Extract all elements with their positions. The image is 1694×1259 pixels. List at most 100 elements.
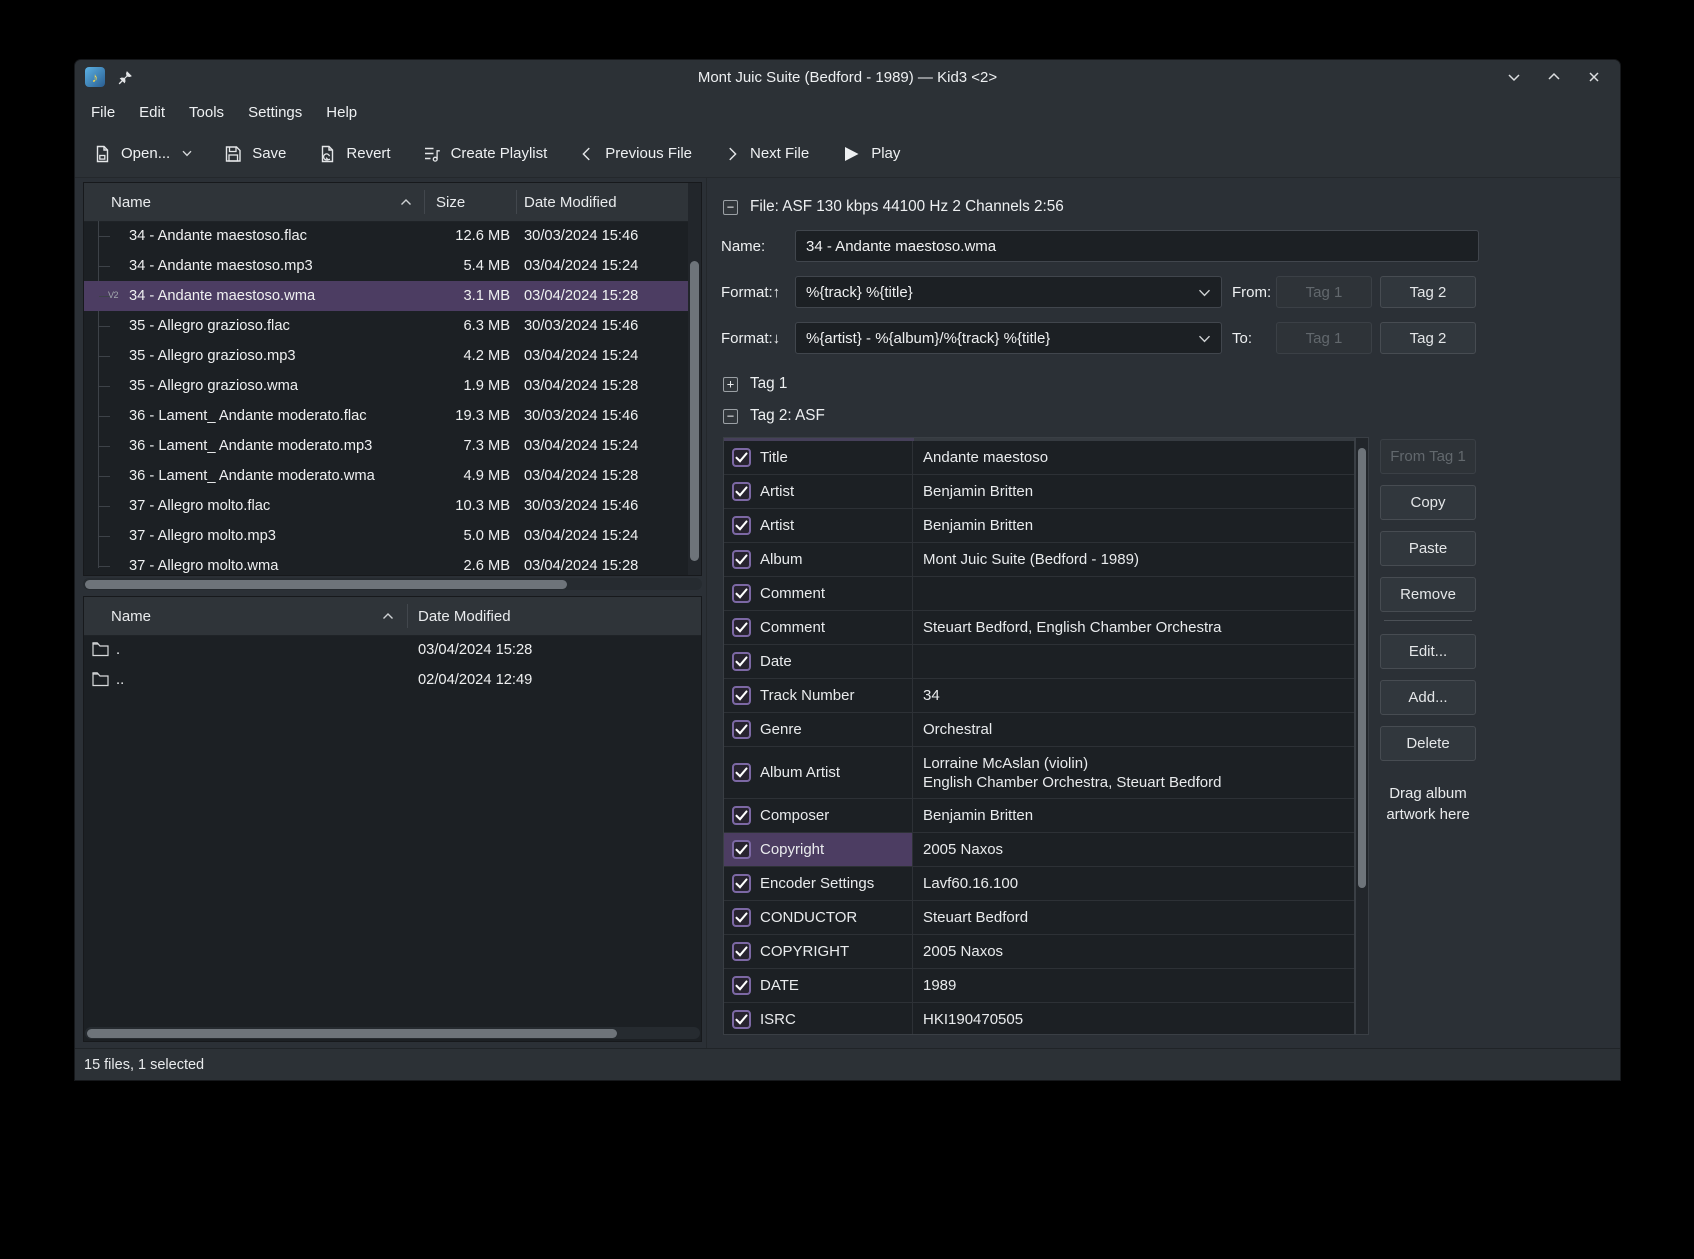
sort-ascending-icon[interactable]	[382, 612, 394, 620]
file-row[interactable]: 34 - Andante maestoso.flac 12.6 MB 30/03…	[84, 221, 688, 251]
tag-field-row[interactable]: CONDUCTOR Steuart Bedford	[724, 901, 1354, 935]
paste-button[interactable]: Paste	[1380, 531, 1476, 566]
expand-icon[interactable]: +	[723, 377, 738, 392]
file-row[interactable]: 37 - Allegro molto.mp3 5.0 MB 03/04/2024…	[84, 521, 688, 551]
field-checkbox-checked[interactable]	[732, 1010, 751, 1029]
file-row[interactable]: 35 - Allegro grazioso.wma 1.9 MB 03/04/2…	[84, 371, 688, 401]
field-value[interactable]: Benjamin Britten	[913, 475, 1354, 508]
column-header-size[interactable]: Size	[436, 183, 465, 221]
directory-row[interactable]: .. 02/04/2024 12:49	[84, 665, 701, 695]
field-value[interactable]: Lavf60.16.100	[913, 867, 1354, 900]
file-row[interactable]: 35 - Allegro grazioso.mp3 4.2 MB 03/04/2…	[84, 341, 688, 371]
field-checkbox-checked[interactable]	[732, 908, 751, 927]
from-tag1-button[interactable]: From Tag 1	[1380, 439, 1476, 474]
field-value[interactable]: 2005 Naxos	[913, 833, 1354, 866]
file-row[interactable]: 36 - Lament_ Andante moderato.mp3 7.3 MB…	[84, 431, 688, 461]
copy-button[interactable]: Copy	[1380, 485, 1476, 520]
field-value[interactable]: Benjamin Britten	[913, 509, 1354, 542]
field-value[interactable]	[913, 577, 1354, 610]
menu-settings[interactable]: Settings	[236, 99, 314, 126]
from-tag2-filename-button[interactable]: Tag 2	[1380, 276, 1476, 308]
field-checkbox-checked[interactable]	[732, 550, 751, 569]
next-file-button[interactable]: Next File	[723, 145, 809, 163]
close-icon[interactable]	[1586, 69, 1602, 85]
delete-button[interactable]: Delete	[1380, 726, 1476, 761]
sort-ascending-icon[interactable]	[400, 198, 412, 206]
field-value[interactable]: 1989	[913, 969, 1354, 1002]
format-from-filename-combo[interactable]: %{track} %{title}	[795, 276, 1222, 308]
file-row[interactable]: 37 - Allegro molto.wma 2.6 MB 03/04/2024…	[84, 551, 688, 575]
file-row[interactable]: V2 34 - Andante maestoso.wma 3.1 MB 03/0…	[84, 281, 688, 311]
column-header-name[interactable]: Name	[111, 183, 151, 221]
file-row[interactable]: 37 - Allegro molto.flac 10.3 MB 30/03/20…	[84, 491, 688, 521]
pin-icon[interactable]	[118, 70, 133, 85]
field-checkbox-checked[interactable]	[732, 482, 751, 501]
field-value[interactable]: HKI190470505	[913, 1003, 1354, 1035]
tag-field-row[interactable]: Encoder Settings Lavf60.16.100	[724, 867, 1354, 901]
field-checkbox-checked[interactable]	[732, 763, 751, 782]
field-value[interactable]: Andante maestoso	[913, 441, 1354, 474]
tag-field-row[interactable]: DATE 1989	[724, 969, 1354, 1003]
file-list-hscrollbar-thumb[interactable]	[85, 580, 567, 589]
minimize-icon[interactable]	[1506, 69, 1522, 85]
open-button[interactable]: Open...	[92, 144, 192, 164]
field-value[interactable]: Orchestral	[913, 713, 1354, 746]
tag-field-row[interactable]: COPYRIGHT 2005 Naxos	[724, 935, 1354, 969]
tag-field-row[interactable]: Copyright 2005 Naxos	[724, 833, 1354, 867]
tag-field-row[interactable]: Genre Orchestral	[724, 713, 1354, 747]
field-checkbox-checked[interactable]	[732, 942, 751, 961]
tag-field-row[interactable]: Artist Benjamin Britten	[724, 509, 1354, 543]
format-to-filename-combo[interactable]: %{artist} - %{album}/%{track} %{title}	[795, 322, 1222, 354]
field-value[interactable]: Lorraine McAslan (violin) English Chambe…	[913, 747, 1354, 798]
file-list-scrollbar-thumb[interactable]	[690, 261, 699, 561]
field-checkbox-checked[interactable]	[732, 448, 751, 467]
tag2-table-scrollbar-thumb[interactable]	[1358, 448, 1366, 888]
directory-list-hscrollbar-thumb[interactable]	[87, 1029, 617, 1038]
panel-splitter[interactable]	[706, 178, 707, 1048]
from-tag1-filename-button[interactable]: Tag 1	[1276, 276, 1372, 308]
field-value[interactable]: 34	[913, 679, 1354, 712]
tag-field-row[interactable]: Comment	[724, 577, 1354, 611]
tag-field-row[interactable]: Title Andante maestoso	[724, 441, 1354, 475]
field-checkbox-checked[interactable]	[732, 618, 751, 637]
play-button[interactable]: Play	[840, 144, 900, 164]
file-list-scrollbar[interactable]	[688, 183, 701, 575]
tag-field-row[interactable]: Album Mont Juic Suite (Bedford - 1989)	[724, 543, 1354, 577]
field-value[interactable]: Benjamin Britten	[913, 799, 1354, 832]
field-value[interactable]: Mont Juic Suite (Bedford - 1989)	[913, 543, 1354, 576]
file-row[interactable]: 35 - Allegro grazioso.flac 6.3 MB 30/03/…	[84, 311, 688, 341]
maximize-icon[interactable]	[1546, 69, 1562, 85]
tag2-table-scrollbar[interactable]	[1355, 437, 1369, 1035]
filename-input[interactable]: 34 - Andante maestoso.wma	[795, 230, 1479, 262]
field-checkbox-checked[interactable]	[732, 686, 751, 705]
field-checkbox-checked[interactable]	[732, 720, 751, 739]
field-value[interactable]: Steuart Bedford	[913, 901, 1354, 934]
field-checkbox-checked[interactable]	[732, 652, 751, 671]
menu-edit[interactable]: Edit	[127, 99, 177, 126]
field-checkbox-checked[interactable]	[732, 806, 751, 825]
field-checkbox-checked[interactable]	[732, 516, 751, 535]
field-value[interactable]: Steuart Bedford, English Chamber Orchest…	[913, 611, 1354, 644]
field-checkbox-checked[interactable]	[732, 976, 751, 995]
revert-button[interactable]: Revert	[317, 144, 390, 164]
column-header-name[interactable]: Name	[111, 597, 151, 635]
tag-field-row[interactable]: Artist Benjamin Britten	[724, 475, 1354, 509]
field-value[interactable]: 2005 Naxos	[913, 935, 1354, 968]
to-tag1-button[interactable]: Tag 1	[1276, 322, 1372, 354]
save-button[interactable]: Save	[223, 144, 286, 164]
menu-file[interactable]: File	[79, 99, 127, 126]
menu-help[interactable]: Help	[314, 99, 369, 126]
menu-tools[interactable]: Tools	[177, 99, 236, 126]
field-value[interactable]	[913, 645, 1354, 678]
tag-field-row[interactable]: ISRC HKI190470505	[724, 1003, 1354, 1035]
field-checkbox-checked[interactable]	[732, 584, 751, 603]
tag-field-row[interactable]: Album Artist Lorraine McAslan (violin) E…	[724, 747, 1354, 799]
file-row[interactable]: 36 - Lament_ Andante moderato.flac 19.3 …	[84, 401, 688, 431]
edit-button[interactable]: Edit...	[1380, 634, 1476, 669]
file-row[interactable]: 34 - Andante maestoso.mp3 5.4 MB 03/04/2…	[84, 251, 688, 281]
previous-file-button[interactable]: Previous File	[578, 145, 692, 163]
tag-field-row[interactable]: Track Number 34	[724, 679, 1354, 713]
collapse-icon[interactable]: −	[723, 409, 738, 424]
file-list-hscrollbar[interactable]	[83, 578, 702, 590]
directory-row[interactable]: . 03/04/2024 15:28	[84, 635, 701, 665]
